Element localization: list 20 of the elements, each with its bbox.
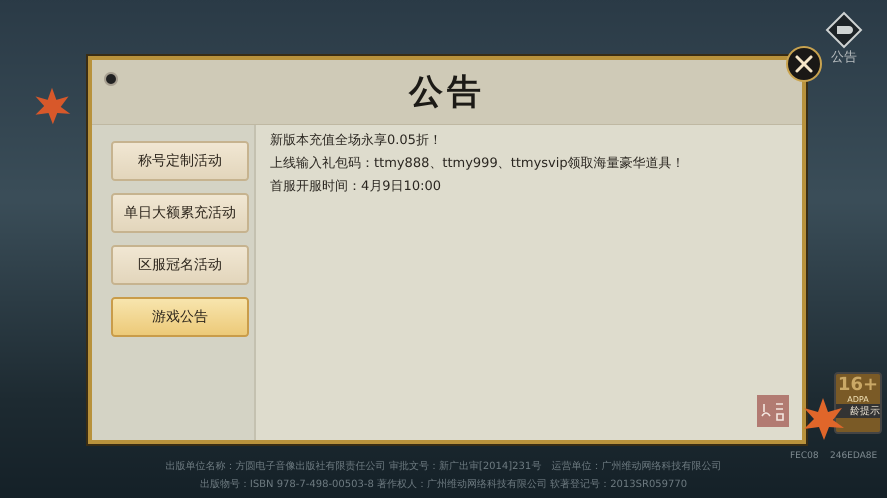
rating-org: ADPA [847,395,869,404]
menu-tab[interactable]: 称号定制活动 [111,141,249,181]
notice-text: 首服开服时间：4月9日10:00 [270,178,442,196]
pin-icon [104,72,118,86]
notice-text: 上线输入礼包码：ttmy888、ttmy999、ttmysvip领取海量豪华道具！ [270,155,686,173]
publisher-info: 出版单位名称：方圆电子音像出版社有限责任公司 审批文号：新广出审[2014]231号 运营单位：广州维动网络科技有限公司 [166,460,722,474]
menu-tab[interactable]: 单日大额累充活动 [111,193,249,233]
close-button[interactable] [786,46,822,82]
device-code: FEC08 [790,451,819,461]
notice-label: 公告 [831,49,857,66]
device-code: 246EDA8E [830,451,878,461]
publisher-info: 出版物号：ISBN 978-7-498-00503-8 著作权人：广州维动网络科技有限公司 软著登记号：2013SR059770 [200,478,688,492]
close-icon [794,54,814,74]
dialog-title: 公告 [409,71,485,114]
age-rating: 16+ [838,374,878,395]
seal-icon [756,394,790,428]
menu-tab[interactable]: 区服冠名活动 [111,245,249,285]
notice-text: 新版本充值全场永享0.05折！ [270,132,443,150]
menu-tab[interactable]: 游戏公告 [111,297,249,337]
rating-caption: 龄提示 [836,404,880,418]
